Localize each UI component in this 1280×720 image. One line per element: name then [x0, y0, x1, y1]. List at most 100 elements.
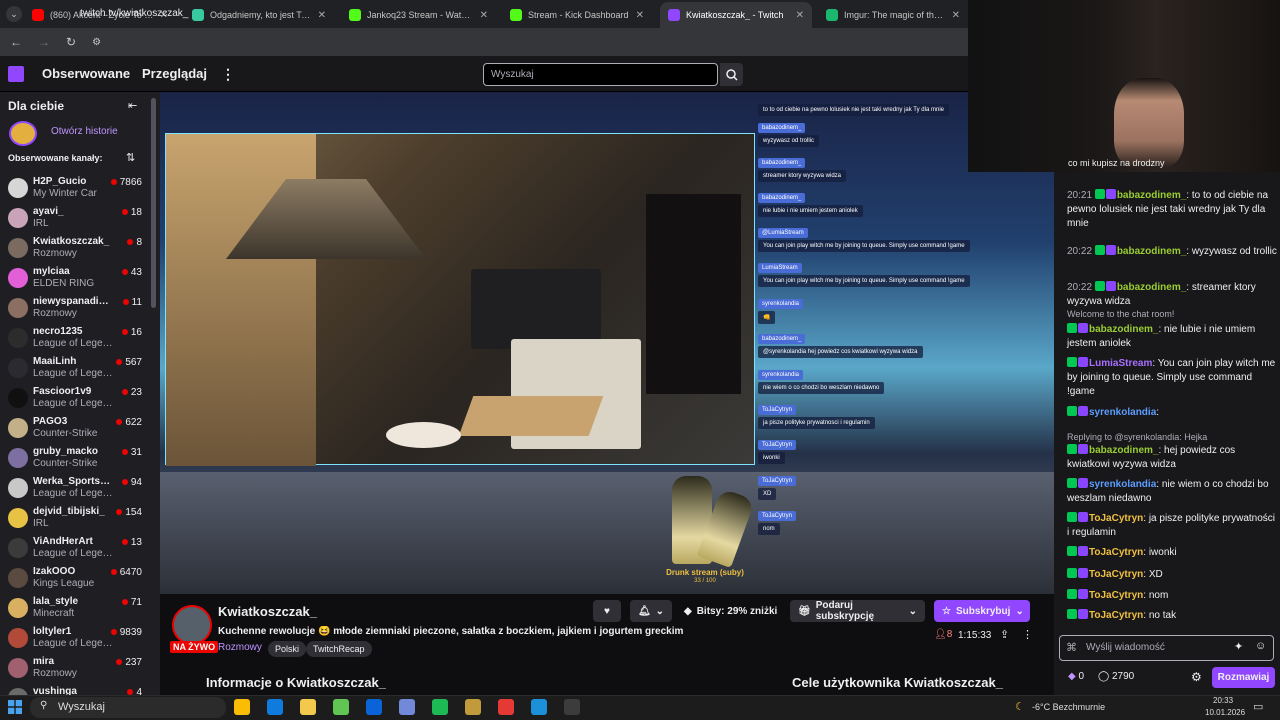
search-button[interactable]	[720, 63, 743, 86]
spotify-icon[interactable]	[432, 699, 448, 715]
followed-channel[interactable]: H2P_Gucio My Winter Car 7866	[0, 174, 150, 204]
followed-channel[interactable]: Fascioor1v9 League of Legends 23	[0, 384, 150, 414]
followed-channel[interactable]: mira Rozmowy 237	[0, 654, 150, 684]
chat-username[interactable]: LumiaStream	[1089, 358, 1152, 369]
bits-balance[interactable]: ◆ 0	[1068, 671, 1084, 682]
live-dot-icon	[121, 389, 128, 395]
discord-icon[interactable]	[399, 699, 415, 715]
chat-username[interactable]: ToJaCytryn	[1089, 547, 1143, 558]
tag-twitchrecap[interactable]: TwitchRecap	[306, 641, 372, 657]
chat-username[interactable]: syrenkolandia	[1089, 479, 1156, 490]
close-tab-icon[interactable]: ✕	[480, 10, 488, 21]
league-icon[interactable]	[465, 699, 481, 715]
subscribe-button[interactable]: ☆ Subskrybuj ⌄	[934, 600, 1030, 622]
chat-username[interactable]: ToJaCytryn	[1089, 590, 1143, 601]
followed-channel[interactable]: gruby_macko Counter-Strike 31	[0, 444, 150, 474]
back-icon[interactable]: ←	[10, 35, 22, 49]
clock-time[interactable]: 20:33	[1213, 696, 1233, 705]
chat-username[interactable]: babazodinem_	[1117, 190, 1186, 201]
channel-name[interactable]: Kwiatkoszczak_	[218, 604, 317, 619]
channel-name: mylciaa	[33, 266, 70, 277]
magic-icon[interactable]: ✦	[1234, 640, 1243, 653]
chrome-icon[interactable]	[234, 699, 250, 715]
chat-send-button[interactable]: Rozmawiaj	[1212, 667, 1275, 688]
channel-points[interactable]: ◯ 2790	[1098, 671, 1134, 682]
edge-icon[interactable]	[267, 699, 283, 715]
followed-channel[interactable]: MaaiLinh League of Legends 567	[0, 354, 150, 384]
calculator-icon[interactable]	[333, 699, 349, 715]
emote-icon[interactable]: ☺	[1255, 640, 1266, 652]
close-tab-icon[interactable]: ✕	[636, 10, 644, 21]
follow-button[interactable]: ♥	[593, 600, 621, 622]
followed-channel[interactable]: PAGO3 Counter-Strike 622	[0, 414, 150, 444]
valorant-icon[interactable]	[498, 699, 514, 715]
followed-channel[interactable]: vushinga 4	[0, 684, 150, 695]
chat-username[interactable]: babazodinem_	[1089, 324, 1158, 335]
open-stories-link[interactable]: Otwórz historie	[51, 126, 118, 137]
reload-icon[interactable]: ↻	[66, 35, 76, 49]
close-tab-icon[interactable]: ✕	[796, 10, 804, 21]
weather-text[interactable]: -6°C Bezchmurnie	[1032, 702, 1105, 712]
twitch-logo-icon[interactable]	[8, 66, 24, 82]
steam-icon[interactable]	[531, 699, 547, 715]
share-icon[interactable]: ⇪	[1000, 628, 1009, 641]
followed-channel[interactable]: loltyler1 League of Legends 9839	[0, 624, 150, 654]
viewers-icon: 👤︎	[934, 629, 947, 640]
nav-browse[interactable]: Przeglądaj	[142, 66, 207, 81]
followed-channel[interactable]: dejvid_tibijski_ IRL 154	[0, 504, 150, 534]
taskbar-search[interactable]: Wyszukaj	[30, 697, 226, 718]
video-player[interactable]: to to od ciebie na pewno lolusiek nie je…	[160, 92, 1054, 594]
bits-button[interactable]: ◆ Bitsy: 29% zniżki	[676, 600, 785, 622]
close-tab-icon[interactable]: ✕	[318, 10, 326, 21]
followed-channel[interactable]: Werka_Sportsmenka League of Legends 94	[0, 474, 150, 504]
file-explorer-icon[interactable]	[300, 699, 316, 715]
chat-badge-icon[interactable]: ⌘	[1066, 641, 1077, 654]
close-tab-icon[interactable]: ✕	[952, 10, 960, 21]
browser-tab[interactable]: Imgur: The magic of the Internet ✕	[818, 2, 968, 28]
chat-username[interactable]: babazodinem_	[1117, 282, 1186, 293]
collapse-sidebar-icon[interactable]: ⇤	[128, 99, 137, 112]
followed-channel[interactable]: IzakOOO Kings League 6470	[0, 564, 150, 594]
outlook-icon[interactable]	[366, 699, 382, 715]
chat-username[interactable]: babazodinem_	[1117, 246, 1186, 257]
overlay-chat-user: ToJaCytryn	[758, 511, 797, 521]
more-menu-icon[interactable]: ⋮	[221, 66, 235, 83]
stories-avatar[interactable]	[9, 121, 37, 146]
obs-icon[interactable]	[564, 699, 580, 715]
more-options-icon[interactable]: ⋮	[1022, 628, 1033, 641]
chat-username[interactable]: ToJaCytryn	[1089, 610, 1143, 621]
search-input[interactable]: Wyszukaj	[483, 63, 718, 86]
tag-polski[interactable]: Polski	[268, 641, 307, 657]
followed-channel[interactable]: Kwiatkoszczak_ Rozmowy 8	[0, 234, 150, 264]
followed-channel[interactable]: ayavi_ IRL 18	[0, 204, 150, 234]
chat-username[interactable]: babazodinem_	[1089, 445, 1158, 456]
notifications-button[interactable]: 🔔︎ ⌄	[630, 600, 672, 622]
followed-channel[interactable]: niewyspanadiana Rozmowy 11	[0, 294, 150, 324]
followed-channel[interactable]: mylciaa ELDEN RING 43	[0, 264, 150, 294]
notifications-icon[interactable]: ▭	[1253, 700, 1263, 713]
chat-username[interactable]: ToJaCytryn	[1089, 513, 1143, 524]
sidebar-scrollbar[interactable]	[151, 98, 156, 308]
browser-tab[interactable]: Odgadniemy, kto jest Twoją sekretną ✕	[184, 2, 334, 28]
stream-category[interactable]: Rozmowy	[218, 642, 262, 653]
streamer-avatar[interactable]	[172, 605, 212, 645]
overlay-chat-message: syrenkolandia 👊	[758, 299, 804, 324]
followed-channel[interactable]: lala_style Minecraft 71	[0, 594, 150, 624]
nav-following[interactable]: Obserwowane	[42, 66, 130, 81]
sort-icon[interactable]: ⇅	[126, 151, 135, 164]
settings-gear-icon[interactable]: ⚙	[1191, 670, 1202, 684]
gift-sub-button[interactable]: 🎁︎ Podaruj subskrypcję ⌄	[790, 600, 925, 622]
chat-message: ToJaCytryn: ja pisze polityke prywatnośc…	[1067, 512, 1277, 540]
site-info-icon[interactable]: ⚙	[92, 37, 101, 48]
clock-date[interactable]: 10.01.2026	[1205, 708, 1245, 717]
browser-tab[interactable]: Jankoq23 Stream - Watch Live ✕	[341, 2, 496, 28]
chat-username[interactable]: ToJaCytryn	[1089, 569, 1143, 580]
followed-channel[interactable]: necro1235 League of Legends 16	[0, 324, 150, 354]
followed-channel[interactable]: ViAndHerArt League of Legends 13	[0, 534, 150, 564]
url-field[interactable]: twitch.tv/kwiatkoszczak_	[80, 0, 188, 28]
tab-list-dropdown[interactable]: ⌄	[6, 6, 22, 22]
chat-username[interactable]: syrenkolandia	[1089, 407, 1156, 418]
browser-tab[interactable]: Stream - Kick Dashboard ✕	[502, 2, 652, 28]
forward-icon[interactable]: →	[38, 35, 50, 49]
browser-tab[interactable]: Kwiatkoszczak_ - Twitch ✕	[660, 2, 812, 28]
